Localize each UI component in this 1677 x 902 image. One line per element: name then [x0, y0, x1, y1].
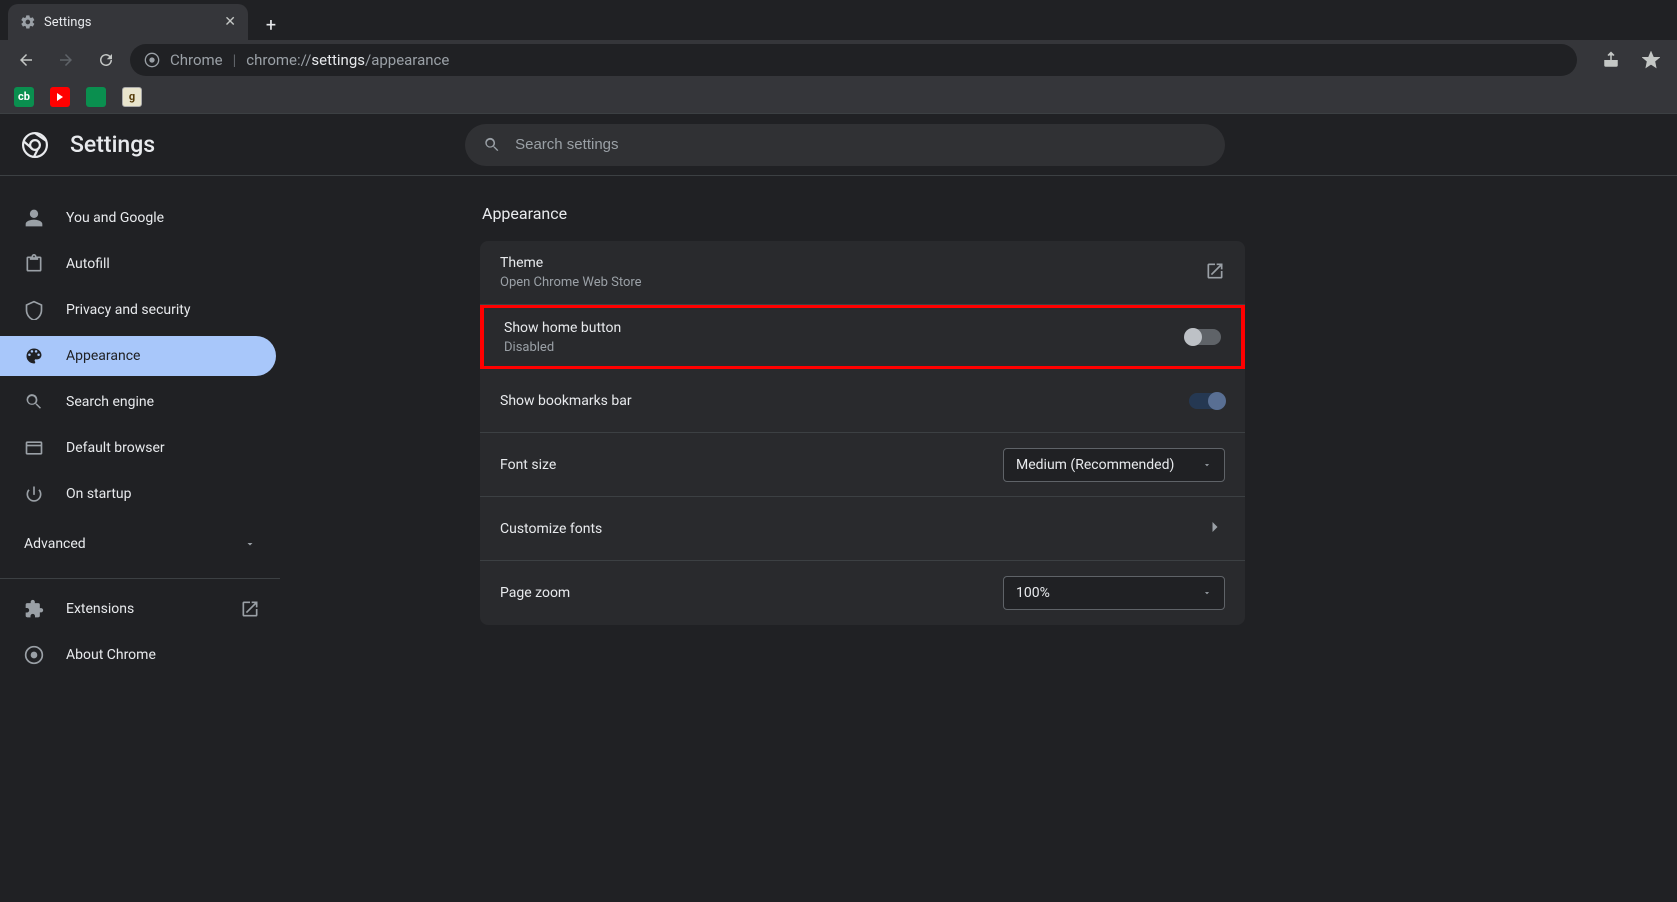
row-customize-fonts[interactable]: Customize fonts [480, 497, 1245, 561]
bookmarks-bar: cb g [0, 80, 1677, 114]
chevron-down-icon [244, 538, 256, 550]
sidebar-item-autofill[interactable]: Autofill [0, 244, 280, 284]
shield-icon [24, 300, 44, 320]
browser-toolbar: Chrome | chrome://settings/appearance [0, 40, 1677, 80]
browser-icon [24, 438, 44, 458]
row-show-bookmarks-bar: Show bookmarks bar [480, 369, 1245, 433]
site-info-icon [144, 52, 160, 68]
sidebar-item-label: Privacy and security [66, 302, 190, 318]
reload-button[interactable] [90, 44, 122, 76]
sidebar-advanced[interactable]: Advanced [0, 520, 280, 568]
sidebar-item-about-chrome[interactable]: About Chrome [0, 635, 280, 675]
settings-search[interactable] [465, 124, 1225, 166]
forward-button[interactable] [50, 44, 82, 76]
tab-title: Settings [44, 15, 91, 30]
chevron-down-icon [1202, 588, 1212, 598]
font-size-select[interactable]: Medium (Recommended) [1003, 448, 1225, 482]
chevron-down-icon [1202, 460, 1212, 470]
row-sublabel: Disabled [504, 340, 621, 355]
search-input[interactable] [515, 136, 1207, 153]
browser-tab[interactable]: Settings ✕ [8, 4, 248, 40]
sidebar-item-default-browser[interactable]: Default browser [0, 428, 280, 468]
bookmark-star-button[interactable] [1635, 44, 1667, 76]
extension-icon-1[interactable]: cb [14, 87, 34, 107]
row-sublabel: Open Chrome Web Store [500, 275, 642, 290]
toggle-show-bookmarks-bar[interactable] [1189, 393, 1225, 409]
select-value: 100% [1016, 585, 1050, 601]
chrome-icon [24, 645, 44, 665]
sidebar-item-extensions[interactable]: Extensions [0, 589, 280, 629]
new-tab-button[interactable]: + [256, 10, 286, 40]
address-bar[interactable]: Chrome | chrome://settings/appearance [130, 44, 1577, 76]
sidebar-item-label: Extensions [66, 601, 134, 617]
row-label: Theme [500, 255, 642, 271]
sidebar-item-you-and-google[interactable]: You and Google [0, 198, 280, 238]
row-label: Customize fonts [500, 521, 602, 537]
settings-header: Settings [0, 114, 1677, 176]
chrome-logo-icon [22, 132, 48, 158]
row-page-zoom: Page zoom 100% [480, 561, 1245, 625]
page-title: Settings [70, 131, 155, 158]
sidebar-item-label: About Chrome [66, 647, 156, 663]
sidebar-item-on-startup[interactable]: On startup [0, 474, 280, 514]
sidebar-item-label: Autofill [66, 256, 110, 272]
sidebar-item-label: You and Google [66, 210, 164, 226]
sidebar-item-appearance[interactable]: Appearance [0, 336, 276, 376]
page-zoom-select[interactable]: 100% [1003, 576, 1225, 610]
open-in-new-icon [240, 599, 260, 619]
row-show-home-button: Show home button Disabled [480, 305, 1245, 369]
back-button[interactable] [10, 44, 42, 76]
person-icon [24, 208, 44, 228]
appearance-card: Theme Open Chrome Web Store Show home bu… [480, 241, 1245, 625]
clipboard-icon [24, 254, 44, 274]
sidebar: You and Google Autofill Privacy and secu… [0, 176, 280, 902]
extension-icon-goodreads[interactable]: g [122, 87, 142, 107]
tab-strip: Settings ✕ + [0, 0, 1677, 40]
extension-icon-youtube[interactable] [50, 87, 70, 107]
row-label: Page zoom [500, 585, 570, 601]
extension-icon-3[interactable] [86, 87, 106, 107]
row-theme[interactable]: Theme Open Chrome Web Store [480, 241, 1245, 305]
gear-icon [20, 14, 36, 30]
sidebar-item-label: Search engine [66, 394, 154, 410]
sidebar-item-search-engine[interactable]: Search engine [0, 382, 280, 422]
toggle-show-home-button[interactable] [1185, 329, 1221, 345]
sidebar-item-label: Default browser [66, 440, 165, 456]
chevron-right-icon [1205, 517, 1225, 541]
power-icon [24, 484, 44, 504]
search-icon [24, 392, 44, 412]
search-icon [483, 136, 501, 154]
separator [0, 578, 280, 579]
row-font-size: Font size Medium (Recommended) [480, 433, 1245, 497]
row-label: Show home button [504, 320, 621, 336]
sidebar-item-privacy[interactable]: Privacy and security [0, 290, 280, 330]
sidebar-item-label: On startup [66, 486, 132, 502]
close-icon[interactable]: ✕ [224, 14, 236, 30]
select-value: Medium (Recommended) [1016, 457, 1174, 473]
row-label: Font size [500, 457, 556, 473]
row-label: Show bookmarks bar [500, 393, 632, 409]
main-content: Appearance Theme Open Chrome Web Store S… [280, 176, 1677, 902]
extension-icon [24, 599, 44, 619]
section-title: Appearance [482, 204, 1677, 223]
palette-icon [24, 346, 44, 366]
share-button[interactable] [1595, 44, 1627, 76]
omnibox-origin: Chrome [170, 51, 223, 69]
open-in-new-icon [1205, 261, 1225, 285]
sidebar-item-label: Appearance [66, 348, 140, 364]
